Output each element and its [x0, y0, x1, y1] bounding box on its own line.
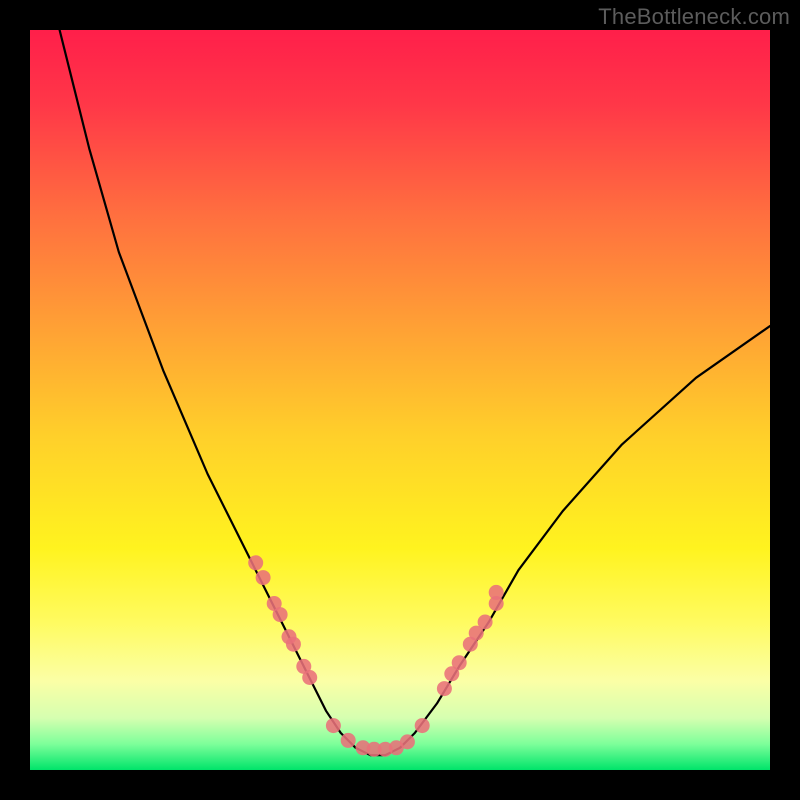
sample-point	[341, 733, 356, 748]
sample-point	[437, 681, 452, 696]
sample-point	[302, 670, 317, 685]
sample-point	[452, 655, 467, 670]
sample-point	[256, 570, 271, 585]
watermark-text: TheBottleneck.com	[598, 4, 790, 30]
sample-point	[415, 718, 430, 733]
sample-point	[286, 637, 301, 652]
chart-container: TheBottleneck.com	[0, 0, 800, 800]
sample-point	[273, 607, 288, 622]
sample-point	[248, 555, 263, 570]
chart-svg	[30, 30, 770, 770]
sample-point	[489, 585, 504, 600]
sample-point	[400, 734, 415, 749]
sample-point	[326, 718, 341, 733]
plot-area	[30, 30, 770, 770]
sample-point	[478, 615, 493, 630]
chart-background	[30, 30, 770, 770]
